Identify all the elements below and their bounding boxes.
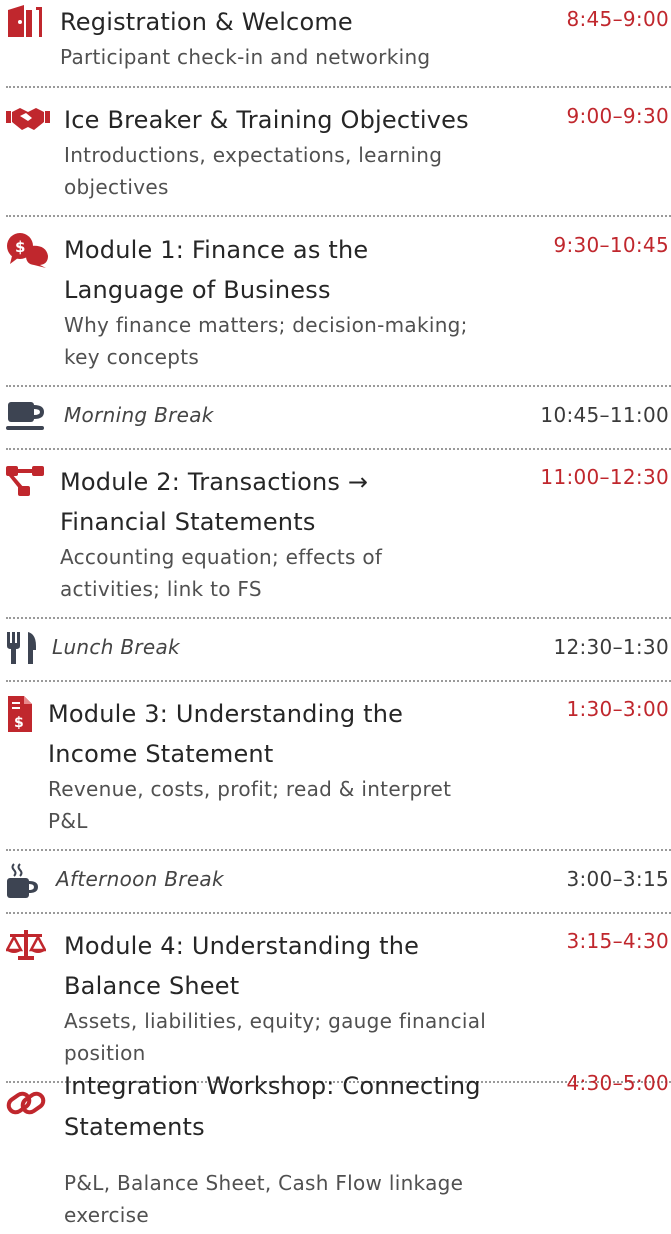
session-integration-workshop: Integration Workshop: Connecting Stateme… xyxy=(0,1066,671,1234)
divider xyxy=(6,215,671,217)
session-desc-line: Introductions, expectations, learning xyxy=(64,143,443,167)
money-chat-icon: $ xyxy=(6,232,50,268)
session-title-line: Balance Sheet xyxy=(64,972,240,1000)
session-desc-line: activities; link to FS xyxy=(60,577,262,601)
session-title: Registration & Welcome xyxy=(60,8,353,36)
session-desc-line: key concepts xyxy=(64,345,200,369)
break-time: 3:00–3:15 xyxy=(566,867,669,891)
session-time: 9:00–9:30 xyxy=(566,104,669,128)
session-time: 11:00–12:30 xyxy=(540,465,669,489)
break-time: 10:45–11:00 xyxy=(540,403,669,427)
divider xyxy=(6,86,671,88)
session-title-line: Financial Statements xyxy=(60,508,316,536)
session-title-line: Module 2: Transactions → xyxy=(60,468,369,496)
break-afternoon: Afternoon Break 3:00–3:15 xyxy=(0,860,671,904)
svg-text:$: $ xyxy=(15,238,25,256)
session-desc-line: Assets, liabilities, equity; gauge finan… xyxy=(64,1009,487,1033)
break-label: Lunch Break xyxy=(52,635,180,659)
session-title-line: Integration Workshop: Connecting xyxy=(64,1072,481,1100)
invoice-dollar-icon: $ xyxy=(6,696,50,732)
session-registration: Registration & Welcome Participant check… xyxy=(0,0,671,82)
break-morning: Morning Break 10:45–11:00 xyxy=(0,396,671,440)
flow-nodes-icon xyxy=(6,464,50,500)
utensils-icon xyxy=(6,630,50,666)
session-desc-line: position xyxy=(64,1041,146,1065)
session-title-line: Module 1: Finance as the xyxy=(64,236,369,264)
session-module-4: Module 4: Understanding the Balance Shee… xyxy=(0,924,671,1074)
divider xyxy=(6,448,671,450)
session-desc-line: Participant check-in and networking xyxy=(60,45,431,69)
break-time: 12:30–1:30 xyxy=(553,635,669,659)
session-module-3: $ Module 3: Understanding the Income Sta… xyxy=(0,692,671,842)
divider xyxy=(6,385,671,387)
scale-icon xyxy=(6,928,50,964)
session-desc-line: P&L, Balance Sheet, Cash Flow linkage xyxy=(64,1171,464,1195)
break-lunch: Lunch Break 12:30–1:30 xyxy=(0,628,671,672)
session-title: Ice Breaker & Training Objectives xyxy=(64,106,469,134)
session-desc-line: objectives xyxy=(64,175,169,199)
door-icon xyxy=(6,4,50,40)
session-module-2: Module 2: Transactions → Financial State… xyxy=(0,460,671,610)
divider xyxy=(6,617,671,619)
session-time: 4:30–5:00 xyxy=(566,1071,669,1095)
session-time: 1:30–3:00 xyxy=(566,697,669,721)
session-desc-line: Revenue, costs, profit; read & interpret xyxy=(48,777,452,801)
session-time: 3:15–4:30 xyxy=(566,929,669,953)
mug-icon xyxy=(6,400,50,436)
link-icon xyxy=(6,1086,50,1122)
handshake-icon xyxy=(6,102,50,138)
session-title-line: Income Statement xyxy=(48,740,274,768)
session-desc-line: Accounting equation; effects of xyxy=(60,545,383,569)
session-module-1: $ Module 1: Finance as the Language of B… xyxy=(0,228,671,378)
session-ice-breaker: Ice Breaker & Training Objectives Introd… xyxy=(0,100,671,210)
hot-coffee-icon xyxy=(6,862,50,898)
session-title-line: Statements xyxy=(64,1113,205,1141)
svg-text:$: $ xyxy=(14,715,24,731)
session-desc-line: P&L xyxy=(48,809,88,833)
agenda: Registration & Welcome Participant check… xyxy=(0,0,671,1234)
session-desc-line: exercise xyxy=(64,1203,149,1227)
divider xyxy=(6,912,671,914)
session-title-line: Module 3: Understanding the xyxy=(48,700,404,728)
session-title-line: Language of Business xyxy=(64,276,331,304)
break-label: Afternoon Break xyxy=(56,867,224,891)
session-desc-line: Why finance matters; decision-making; xyxy=(64,313,468,337)
divider xyxy=(6,680,671,682)
session-title-line: Module 4: Understanding the xyxy=(64,932,420,960)
session-time: 8:45–9:00 xyxy=(566,7,669,31)
divider xyxy=(6,849,671,851)
session-time: 9:30–10:45 xyxy=(553,233,669,257)
break-label: Morning Break xyxy=(64,403,214,427)
